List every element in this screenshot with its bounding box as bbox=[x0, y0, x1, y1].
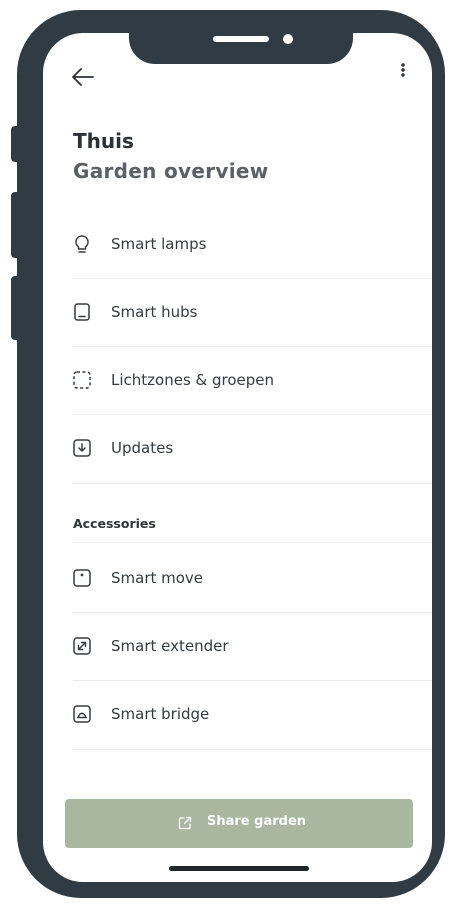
accessory-item-smart-extender[interactable]: Smart extender bbox=[43, 613, 432, 681]
page-subtitle: Garden overview bbox=[73, 159, 269, 183]
share-garden-button[interactable]: Share garden bbox=[65, 799, 413, 848]
zone-icon bbox=[73, 371, 91, 389]
front-camera bbox=[283, 34, 293, 44]
share-garden-label: Share garden bbox=[207, 814, 307, 829]
download-icon bbox=[73, 439, 91, 457]
accessory-item-label: Smart extender bbox=[111, 637, 229, 655]
speaker-grille bbox=[213, 36, 269, 42]
extender-icon bbox=[73, 637, 91, 655]
back-arrow-icon bbox=[72, 68, 94, 86]
app-screen: Thuis Garden overview Smart lamps Smart … bbox=[43, 33, 432, 882]
menu-item-smart-lamps[interactable]: Smart lamps bbox=[43, 211, 432, 279]
menu-item-label: Smart hubs bbox=[111, 303, 198, 321]
back-button[interactable] bbox=[69, 65, 97, 89]
accessory-item-smart-bridge[interactable]: Smart bridge bbox=[43, 681, 432, 749]
accessory-item-label: Smart bridge bbox=[111, 705, 210, 723]
menu-item-label: Smart lamps bbox=[111, 235, 207, 253]
hub-device-icon bbox=[74, 303, 90, 321]
menu-item-label: Lichtzones & groepen bbox=[111, 371, 275, 389]
menu-item-lichtzones[interactable]: Lichtzones & groepen bbox=[43, 347, 432, 415]
more-options-button[interactable] bbox=[395, 61, 411, 81]
bridge-icon bbox=[73, 705, 91, 723]
lightbulb-icon bbox=[75, 235, 89, 253]
page: Thuis Garden overview Smart lamps Smart … bbox=[0, 0, 452, 906]
menu-item-label: Updates bbox=[111, 439, 174, 457]
page-title: Thuis bbox=[73, 129, 134, 153]
divider bbox=[73, 542, 432, 543]
menu-item-updates[interactable]: Updates bbox=[43, 415, 432, 483]
share-icon bbox=[178, 816, 192, 830]
divider bbox=[73, 749, 432, 750]
accessory-item-label: Smart move bbox=[111, 569, 204, 587]
more-vertical-icon bbox=[401, 63, 405, 77]
home-indicator[interactable] bbox=[169, 866, 309, 871]
accessory-item-smart-move[interactable]: Smart move bbox=[43, 545, 432, 613]
divider bbox=[73, 483, 432, 484]
motion-sensor-icon bbox=[73, 569, 91, 587]
section-heading-accessories: Accessories bbox=[73, 516, 156, 531]
menu-item-smart-hubs[interactable]: Smart hubs bbox=[43, 279, 432, 347]
